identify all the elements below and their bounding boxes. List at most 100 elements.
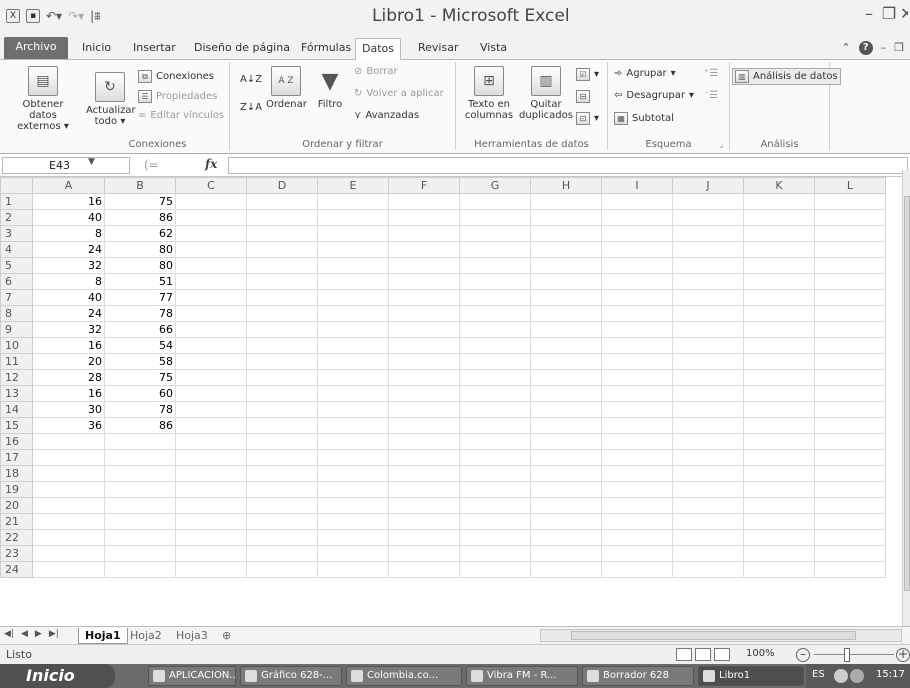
cell[interactable] [743,369,815,386]
cell[interactable] [459,497,531,514]
cell[interactable]: 54 [104,337,176,354]
insert-function-icon[interactable]: fx [205,157,217,171]
next-sheet-icon[interactable]: ▶ [35,629,42,639]
column-header[interactable]: A [32,177,105,194]
cell[interactable] [317,273,389,290]
cell[interactable] [459,209,531,226]
cell[interactable]: 24 [32,305,105,322]
cell[interactable] [175,481,247,498]
task-libro1[interactable]: Libro1 [698,666,804,686]
zoom-in-icon[interactable]: + [896,648,910,662]
cell[interactable]: 75 [104,193,176,210]
cell[interactable] [814,241,886,258]
cell[interactable] [388,209,460,226]
cell[interactable] [388,417,460,434]
cell[interactable] [388,513,460,530]
cell[interactable] [175,545,247,562]
cell[interactable] [743,353,815,370]
network-icon[interactable] [834,669,848,683]
cell[interactable] [317,257,389,274]
cell[interactable] [459,481,531,498]
cell[interactable] [459,401,531,418]
cell[interactable] [601,369,673,386]
zoom-level[interactable]: 100% [746,648,775,659]
cell[interactable] [814,465,886,482]
cell[interactable] [317,417,389,434]
row-header[interactable]: 12 [0,369,33,386]
tab-formulas[interactable]: Fórmulas [295,38,357,60]
cell[interactable] [814,369,886,386]
cell[interactable]: 20 [32,353,105,370]
cell[interactable] [388,353,460,370]
cell[interactable] [246,321,318,338]
cell[interactable] [246,449,318,466]
cell[interactable] [530,337,602,354]
cell[interactable] [32,561,105,578]
cell[interactable] [246,337,318,354]
cell[interactable] [530,529,602,546]
cell[interactable] [601,529,673,546]
cell[interactable] [672,241,744,258]
row-header[interactable]: 17 [0,449,33,466]
cell[interactable] [104,513,176,530]
cell[interactable] [743,273,815,290]
cell[interactable] [246,433,318,450]
row-header[interactable]: 24 [0,561,33,578]
get-external-data-button[interactable]: ▤ Obtener datos externos ▾ [8,66,78,132]
column-header[interactable]: I [601,177,673,194]
cell[interactable] [530,225,602,242]
cell[interactable] [246,385,318,402]
cell[interactable] [743,465,815,482]
cell[interactable] [601,545,673,562]
cell[interactable] [246,289,318,306]
cell[interactable] [175,369,247,386]
cell[interactable] [388,241,460,258]
cell[interactable] [459,193,531,210]
cell[interactable] [814,433,886,450]
column-header[interactable]: H [530,177,602,194]
cell[interactable] [317,497,389,514]
insert-sheet-icon[interactable]: ⊕ [216,628,237,644]
cell[interactable] [317,545,389,562]
cell[interactable] [743,385,815,402]
cell[interactable]: 78 [104,305,176,322]
cell[interactable] [814,449,886,466]
cell[interactable] [601,337,673,354]
cell[interactable] [317,209,389,226]
cell[interactable] [530,209,602,226]
cell[interactable] [814,209,886,226]
cell[interactable] [317,305,389,322]
cell[interactable]: 40 [32,289,105,306]
group-button[interactable]: ➾ Agrupar ▾ [614,68,676,79]
cell[interactable] [814,321,886,338]
cell[interactable] [246,417,318,434]
cell[interactable] [814,481,886,498]
normal-view-icon[interactable] [676,648,692,661]
cell[interactable] [388,369,460,386]
cell[interactable] [104,529,176,546]
column-header[interactable]: F [388,177,460,194]
cell[interactable] [317,465,389,482]
cell[interactable] [601,209,673,226]
row-header[interactable]: 22 [0,529,33,546]
cell[interactable] [459,529,531,546]
cell[interactable] [530,369,602,386]
cell[interactable] [743,241,815,258]
cell[interactable] [814,417,886,434]
cell[interactable] [32,449,105,466]
cell[interactable] [459,513,531,530]
cell[interactable] [388,481,460,498]
horizontal-scroll-thumb[interactable] [571,631,856,640]
tab-revisar[interactable]: Revisar [412,38,464,60]
cell[interactable] [246,305,318,322]
row-header[interactable]: 1 [0,193,33,210]
cell[interactable] [317,193,389,210]
cell[interactable] [601,273,673,290]
cell[interactable]: 60 [104,385,176,402]
cell[interactable] [459,353,531,370]
cell[interactable] [530,305,602,322]
cell[interactable] [175,401,247,418]
cell[interactable] [459,561,531,578]
cell[interactable] [672,497,744,514]
consolidate-button[interactable]: ⊟ [576,90,590,103]
